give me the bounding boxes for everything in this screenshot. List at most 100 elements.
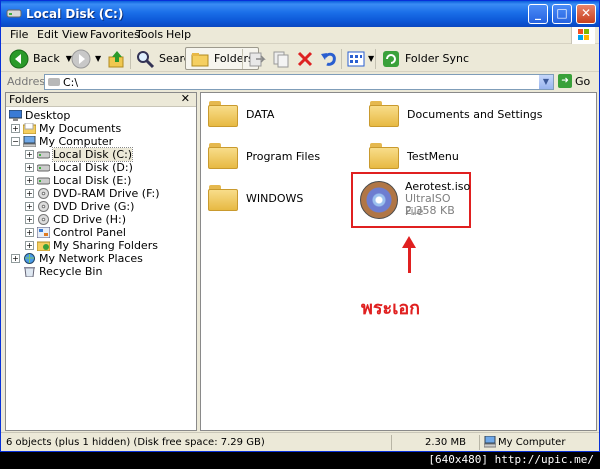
status-bar: 6 objects (plus 1 hidden) (Disk free spa… [1, 432, 599, 451]
go-button[interactable]: ➜ Go [558, 74, 590, 88]
tree-item-recycle-bin[interactable]: Recycle Bin [23, 265, 102, 278]
forward-button[interactable]: ▼ [71, 47, 101, 70]
copy-to-icon [273, 51, 289, 67]
tree-item-control-panel[interactable]: Control Panel [37, 226, 126, 239]
forward-dropdown-icon[interactable]: ▼ [95, 54, 101, 63]
up-folder-button[interactable] [107, 47, 127, 70]
back-button[interactable]: Back ▼ [9, 47, 72, 70]
folders-pane-header: Folders ✕ [6, 92, 196, 107]
tree-item-desktop[interactable]: Desktop [9, 109, 70, 122]
folder-sync-label: Folder Sync [405, 52, 470, 65]
folder-item[interactable]: Program Files [208, 143, 320, 169]
drive-icon [37, 177, 50, 185]
tree-item-local-disk-e[interactable]: Local Disk (E:) [37, 174, 131, 187]
tree-item-dvd-g[interactable]: DVD Drive (G:) [37, 200, 134, 213]
folder-item[interactable]: WINDOWS [208, 185, 303, 211]
maximize-button[interactable]: □ [552, 4, 572, 24]
move-to-icon [249, 52, 266, 66]
drive-icon [37, 151, 50, 159]
status-size: 2.30 MB [425, 437, 466, 448]
watermark-text: [640x480] http://upic.me/ [428, 453, 594, 466]
menu-favorites[interactable]: Favorites [90, 28, 140, 41]
tree-item-my-network-places[interactable]: My Network Places [23, 252, 143, 265]
menu-edit[interactable]: Edit [37, 28, 58, 41]
forward-arrow-icon [71, 49, 91, 68]
collapse-icon[interactable]: − [11, 137, 20, 146]
expand-icon[interactable]: + [25, 163, 34, 172]
menu-view[interactable]: View [62, 28, 88, 41]
folder-icon [208, 143, 238, 169]
control-panel-icon [37, 227, 50, 238]
cd-icon [38, 214, 49, 225]
network-icon [24, 253, 35, 264]
close-pane-icon[interactable]: ✕ [181, 92, 190, 105]
file-list-pane: DATA Documents and Settings Program File… [200, 92, 597, 431]
status-objects: 6 objects (plus 1 hidden) (Disk free spa… [6, 437, 265, 448]
drive-icon [48, 78, 60, 86]
expand-icon[interactable]: + [25, 202, 34, 211]
folder-sync-button[interactable]: Folder Sync [381, 47, 469, 70]
address-input[interactable]: C:\ ▼ [44, 74, 554, 90]
expand-icon[interactable]: + [25, 215, 34, 224]
expand-icon[interactable]: + [25, 228, 34, 237]
expand-icon[interactable]: + [25, 176, 34, 185]
delete-button[interactable] [295, 47, 315, 70]
folder-icon [23, 123, 36, 134]
menu-bar: File Edit View Favorites Tools Help [1, 27, 599, 44]
expand-icon[interactable]: + [25, 189, 34, 198]
expand-icon[interactable]: + [11, 254, 20, 263]
drive-icon [6, 9, 22, 18]
drive-icon [37, 164, 50, 172]
folder-item[interactable]: TestMenu [369, 143, 459, 169]
folder-item[interactable]: DATA [208, 101, 274, 127]
computer-icon [23, 136, 36, 147]
minimize-button[interactable]: _ [528, 4, 548, 24]
title-bar[interactable]: Local Disk (C:) _ □ ✕ [1, 1, 599, 27]
tree-item-dvd-ram-f[interactable]: DVD-RAM Drive (F:) [37, 187, 160, 200]
explorer-window: Local Disk (C:) _ □ ✕ File Edit View Fav… [0, 0, 600, 452]
folder-icon [369, 101, 399, 127]
iso-file-item[interactable]: Aerotest.iso UltraISO File 2,358 KB [351, 172, 471, 228]
tree-item-my-sharing-folders[interactable]: My Sharing Folders [37, 239, 158, 252]
copy-to-button[interactable] [271, 47, 291, 70]
folder-item[interactable]: Documents and Settings [369, 101, 543, 127]
back-label: Back [33, 52, 60, 65]
undo-button[interactable] [319, 47, 339, 70]
folder-icon [208, 101, 238, 127]
menu-tools[interactable]: Tools [136, 28, 163, 41]
shared-folder-icon [37, 241, 50, 251]
expand-icon[interactable]: + [11, 124, 20, 133]
windows-logo-icon [571, 27, 595, 44]
tree-item-local-disk-c[interactable]: Local Disk (C:) [37, 147, 134, 162]
expand-icon[interactable]: + [25, 241, 34, 250]
views-dropdown-icon[interactable]: ▼ [368, 54, 374, 63]
views-button[interactable]: ▼ [346, 47, 374, 70]
recycle-bin-icon [24, 267, 35, 277]
menu-help[interactable]: Help [166, 28, 191, 41]
tree-item-cd-h[interactable]: CD Drive (H:) [37, 213, 126, 226]
undo-icon [321, 52, 336, 66]
ultraiso-disc-icon [360, 181, 398, 219]
tree-item-my-documents[interactable]: My Documents [23, 122, 121, 135]
cd-icon [38, 188, 49, 199]
cd-icon [38, 201, 49, 212]
status-location: My Computer [498, 437, 566, 448]
folder-icon [208, 185, 238, 211]
folders-pane-title: Folders [9, 93, 49, 106]
expand-icon[interactable]: + [25, 150, 34, 159]
address-bar: Address C:\ ▼ ➜ Go [1, 73, 599, 91]
toolbar: Back ▼ ▼ Search Folders ▼ Folder Sync [1, 45, 599, 72]
address-dropdown-icon[interactable]: ▼ [539, 75, 553, 89]
up-folder-icon [108, 50, 124, 67]
folders-icon [191, 52, 209, 66]
move-to-button[interactable] [247, 47, 267, 70]
close-button[interactable]: ✕ [576, 4, 596, 24]
desktop-icon [9, 110, 22, 121]
menu-file[interactable]: File [10, 28, 28, 41]
folders-pane: Folders ✕ Desktop + My Documents − My Co… [5, 92, 197, 431]
tree-item-local-disk-d[interactable]: Local Disk (D:) [37, 161, 133, 174]
folder-icon [369, 143, 399, 169]
computer-icon [484, 436, 496, 448]
tree-item-my-computer[interactable]: My Computer [23, 135, 113, 148]
iso-file-size: 2,358 KB [405, 204, 455, 217]
